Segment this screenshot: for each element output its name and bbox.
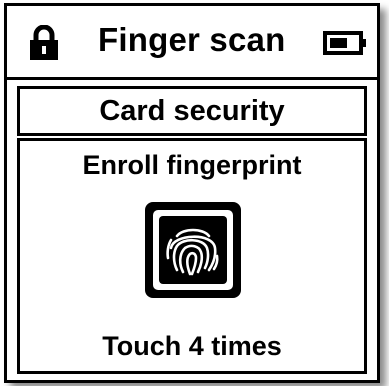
device-screen: Finger scan Card security Enroll fingerp…	[4, 3, 380, 383]
card-security-label: Card security	[99, 95, 285, 127]
battery-icon	[323, 31, 366, 55]
lock-icon	[30, 25, 58, 60]
page-title: Finger scan	[98, 21, 286, 58]
touch-count-instruction: Touch 4 times	[102, 331, 282, 361]
fingerprint-icon	[145, 202, 241, 298]
enroll-title: Enroll fingerprint	[82, 150, 302, 180]
enroll-fingerprint-panel: Enroll fingerprint Touch 4 times	[17, 138, 367, 374]
status-header: Finger scan	[7, 6, 377, 80]
card-security-option[interactable]: Card security	[17, 86, 367, 136]
